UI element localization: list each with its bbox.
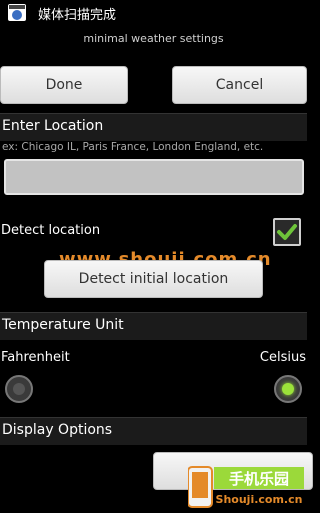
celsius-label: Celsius <box>259 350 306 365</box>
detect-location-label: Detect location <box>1 223 101 238</box>
section-header-enter-location: Enter Location <box>0 113 307 141</box>
status-bar: 媒体扫描完成 <box>0 0 307 25</box>
section-header-temperature-unit: Temperature Unit <box>0 312 307 340</box>
section-title: Enter Location <box>2 118 104 134</box>
app-title: minimal weather settings <box>83 32 224 45</box>
celsius-radio[interactable] <box>274 375 302 403</box>
svg-text:Shouji.com.cn: Shouji.com.cn <box>216 493 303 506</box>
location-hint: ex: Chicago IL, Paris France, London Eng… <box>2 141 264 153</box>
location-input[interactable] <box>4 159 304 195</box>
section-title: Temperature Unit <box>2 317 124 333</box>
svg-text:手机乐园: 手机乐园 <box>229 470 289 488</box>
media-scanner-icon <box>8 4 26 21</box>
shouji-logo: 手机乐园 Shouji.com.cn <box>187 465 306 509</box>
detect-location-checkbox[interactable] <box>273 218 301 246</box>
status-notification-text: 媒体扫描完成 <box>38 8 117 23</box>
fahrenheit-label: Fahrenheit <box>1 350 70 365</box>
fahrenheit-radio[interactable] <box>5 375 33 403</box>
detect-initial-location-button[interactable]: Detect initial location <box>44 260 263 298</box>
check-icon <box>277 224 297 240</box>
cancel-button[interactable]: Cancel <box>172 66 307 104</box>
section-title: Display Options <box>2 422 113 438</box>
section-header-display-options: Display Options <box>0 417 307 445</box>
done-button[interactable]: Done <box>0 66 128 104</box>
